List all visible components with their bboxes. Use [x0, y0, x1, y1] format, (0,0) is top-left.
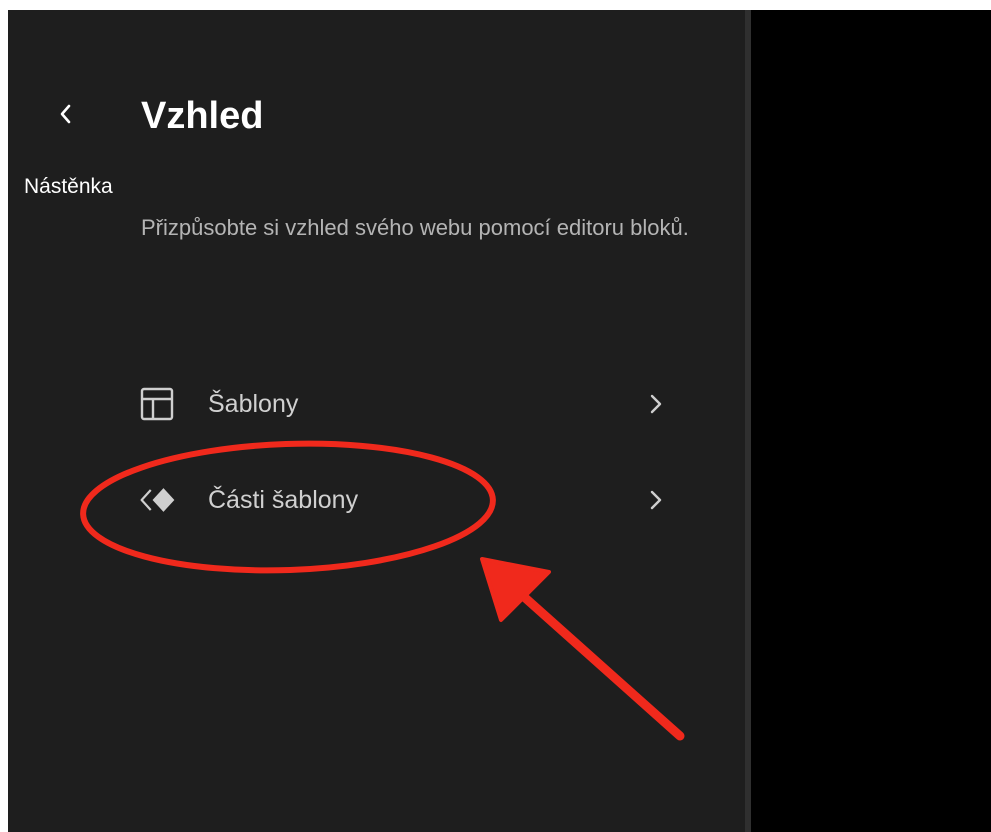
- nav-item-templates-label: Šablony: [208, 389, 299, 418]
- chevron-right-icon: [644, 389, 668, 419]
- editor-canvas[interactable]: [751, 10, 991, 832]
- site-editor-sidebar: Vzhled Nástěnka Přizpůsobte si vzhled sv…: [8, 10, 745, 832]
- page-title: Vzhled: [141, 95, 264, 137]
- nav-item-template-parts-label: Části šablony: [208, 485, 359, 514]
- nav-item-template-parts[interactable]: Části šablony: [138, 472, 668, 528]
- nav-item-templates[interactable]: Šablony: [138, 376, 668, 432]
- layout-icon: [138, 384, 178, 424]
- dashboard-link[interactable]: Nástěnka: [24, 174, 113, 200]
- chevron-left-icon: [60, 104, 71, 124]
- site-editor-frame: Vzhled Nástěnka Přizpůsobte si vzhled sv…: [8, 10, 991, 832]
- symbol-diamond-icon: [138, 480, 178, 520]
- sidebar-description: Přizpůsobte si vzhled svého webu pomocí …: [141, 215, 689, 240]
- chevron-right-icon: [644, 485, 668, 515]
- back-button[interactable]: [48, 96, 84, 132]
